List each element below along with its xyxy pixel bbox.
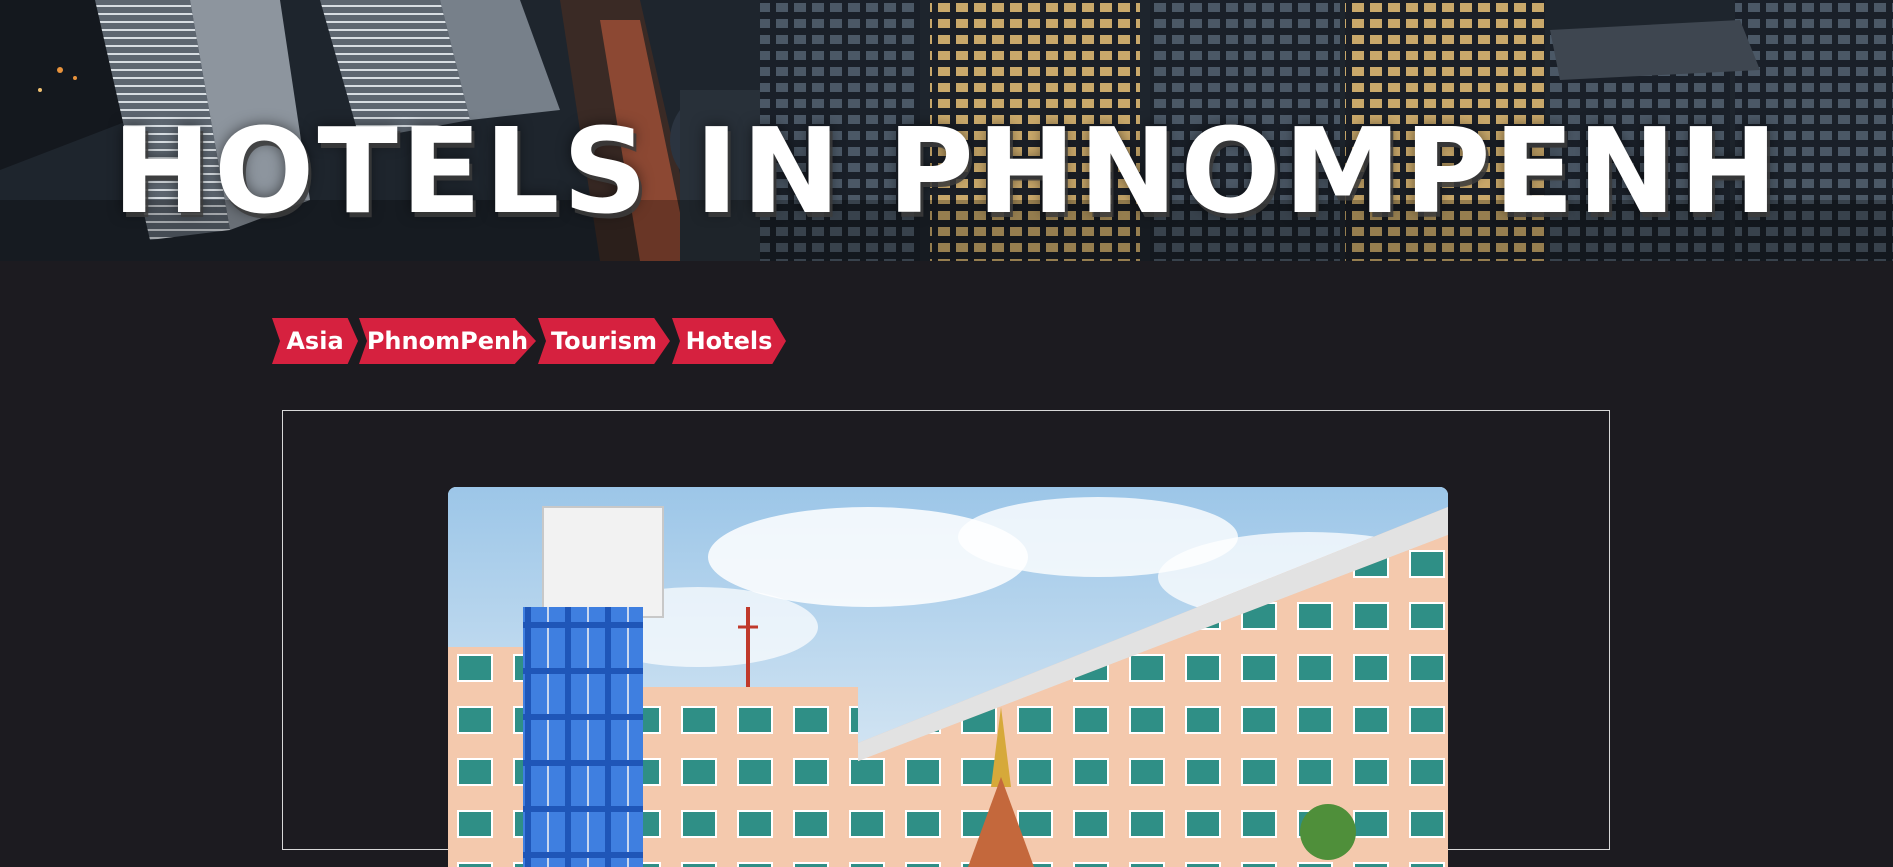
- tag-hotels[interactable]: Hotels: [672, 318, 786, 364]
- hotel-photo: [448, 487, 1448, 867]
- page-title: HOTELS IN PHNOMPENH: [112, 102, 1781, 240]
- tag-asia[interactable]: Asia: [272, 318, 358, 364]
- tag-phnompenh[interactable]: PhnomPenh: [359, 318, 536, 364]
- tag-tourism[interactable]: Tourism: [538, 318, 670, 364]
- hotel-building-image: [448, 487, 1448, 867]
- hero-banner: HOTELS IN PHNOMPENH: [0, 0, 1893, 261]
- content-card: [282, 410, 1610, 867]
